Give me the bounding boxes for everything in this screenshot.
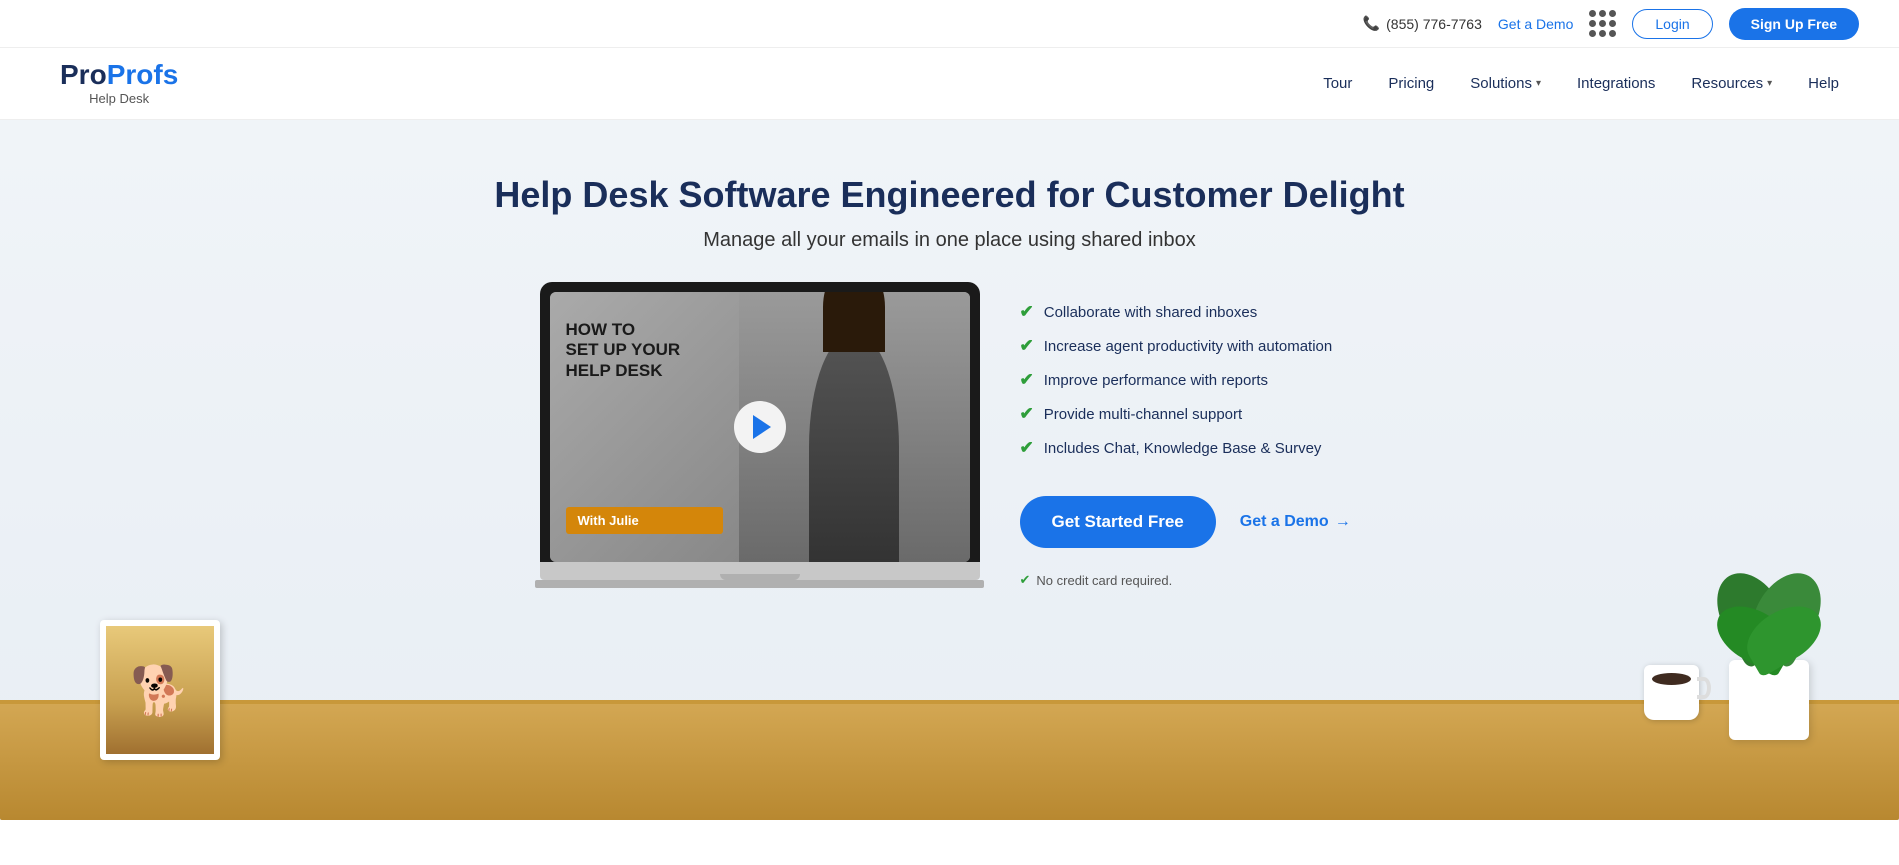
logo-subtitle: Help Desk bbox=[60, 91, 178, 106]
coffee-surface bbox=[1652, 673, 1691, 685]
hero-section: Help Desk Software Engineered for Custom… bbox=[0, 120, 1899, 820]
nav-links: Tour Pricing Solutions ▾ Integrations Re… bbox=[1323, 75, 1839, 92]
check-icon-2: ✔ bbox=[1020, 336, 1034, 356]
laptop-screen-inner: HOW TOSET UP YOURHELP DESK With Julie bbox=[550, 292, 970, 562]
desk bbox=[0, 700, 1899, 820]
nav-help[interactable]: Help bbox=[1808, 75, 1839, 92]
top-bar: 📞 (855) 776-7763 Get a Demo Login Sign U… bbox=[0, 0, 1899, 48]
no-cc-text: No credit card required. bbox=[1036, 573, 1172, 588]
check-icon-5: ✔ bbox=[1020, 438, 1034, 458]
laptop-base bbox=[540, 562, 980, 580]
feature-text-1: Collaborate with shared inboxes bbox=[1044, 304, 1257, 321]
plant-decoration bbox=[1719, 560, 1819, 740]
laptop-screen-outer: HOW TOSET UP YOURHELP DESK With Julie bbox=[540, 282, 980, 562]
feature-text-2: Increase agent productivity with automat… bbox=[1044, 338, 1333, 355]
no-credit-card-note: ✔ No credit card required. bbox=[1020, 572, 1360, 588]
chevron-down-icon: ▾ bbox=[1767, 78, 1772, 89]
person-hair bbox=[823, 292, 885, 352]
dog-photo-inner: 🐕 bbox=[106, 626, 214, 754]
chevron-down-icon: ▾ bbox=[1536, 78, 1541, 89]
video-name-badge: With Julie bbox=[566, 507, 723, 534]
mug-handle bbox=[1697, 677, 1711, 699]
video-how-to-text: HOW TOSET UP YOURHELP DESK bbox=[566, 320, 723, 381]
feature-5: ✔ Includes Chat, Knowledge Base & Survey bbox=[1020, 438, 1360, 458]
phone-icon: 📞 bbox=[1363, 15, 1380, 32]
feature-4: ✔ Provide multi-channel support bbox=[1020, 404, 1360, 424]
coffee-mug-wrap bbox=[1644, 665, 1699, 720]
nav-solutions[interactable]: Solutions ▾ bbox=[1470, 75, 1541, 92]
feature-text-3: Improve performance with reports bbox=[1044, 372, 1268, 389]
laptop-video: HOW TOSET UP YOURHELP DESK With Julie bbox=[540, 282, 980, 588]
check-icon-1: ✔ bbox=[1020, 302, 1034, 322]
feature-2: ✔ Increase agent productivity with autom… bbox=[1020, 336, 1360, 356]
get-started-button[interactable]: Get Started Free bbox=[1020, 496, 1216, 548]
dog-photo: 🐕 bbox=[100, 620, 220, 760]
login-button[interactable]: Login bbox=[1632, 9, 1712, 39]
nav-pricing[interactable]: Pricing bbox=[1388, 75, 1434, 92]
arrow-right-icon: → bbox=[1335, 513, 1351, 531]
logo-profs: Profs bbox=[107, 59, 179, 90]
small-check-icon: ✔ bbox=[1020, 572, 1031, 588]
hero-body: HOW TOSET UP YOURHELP DESK With Julie bbox=[0, 282, 1899, 628]
signup-button[interactable]: Sign Up Free bbox=[1729, 8, 1859, 40]
feature-text-4: Provide multi-channel support bbox=[1044, 406, 1242, 423]
hero-title: Help Desk Software Engineered for Custom… bbox=[494, 172, 1404, 217]
logo[interactable]: ProProfs Help Desk bbox=[60, 61, 178, 106]
play-button[interactable] bbox=[734, 401, 786, 453]
top-get-demo-link[interactable]: Get a Demo bbox=[1498, 16, 1573, 32]
video-left-panel: HOW TOSET UP YOURHELP DESK With Julie bbox=[550, 292, 739, 562]
laptop-foot bbox=[535, 580, 984, 588]
feature-1: ✔ Collaborate with shared inboxes bbox=[1020, 302, 1360, 322]
hero-demo-label: Get a Demo bbox=[1240, 513, 1329, 531]
phone-info: 📞 (855) 776-7763 bbox=[1363, 15, 1482, 32]
check-icon-3: ✔ bbox=[1020, 370, 1034, 390]
nav-resources[interactable]: Resources ▾ bbox=[1691, 75, 1772, 92]
nav-tour[interactable]: Tour bbox=[1323, 75, 1352, 92]
grid-icon[interactable] bbox=[1589, 10, 1616, 37]
nav-bar: ProProfs Help Desk Tour Pricing Solution… bbox=[0, 48, 1899, 120]
cta-row: Get Started Free Get a Demo → bbox=[1020, 496, 1360, 548]
check-icon-4: ✔ bbox=[1020, 404, 1034, 424]
hero-demo-link[interactable]: Get a Demo → bbox=[1240, 513, 1351, 531]
person-body bbox=[809, 332, 899, 562]
hero-subtitle: Manage all your emails in one place usin… bbox=[703, 229, 1196, 252]
feature-3: ✔ Improve performance with reports bbox=[1020, 370, 1360, 390]
logo-pro: Pro bbox=[60, 59, 107, 90]
plant-leaves-wrap bbox=[1719, 560, 1819, 660]
nav-integrations[interactable]: Integrations bbox=[1577, 75, 1655, 92]
coffee-mug bbox=[1644, 665, 1699, 720]
person-head bbox=[824, 292, 884, 352]
features-wrap: ✔ Collaborate with shared inboxes ✔ Incr… bbox=[1020, 282, 1360, 588]
phone-number: (855) 776-7763 bbox=[1386, 16, 1482, 32]
feature-text-5: Includes Chat, Knowledge Base & Survey bbox=[1044, 440, 1322, 457]
